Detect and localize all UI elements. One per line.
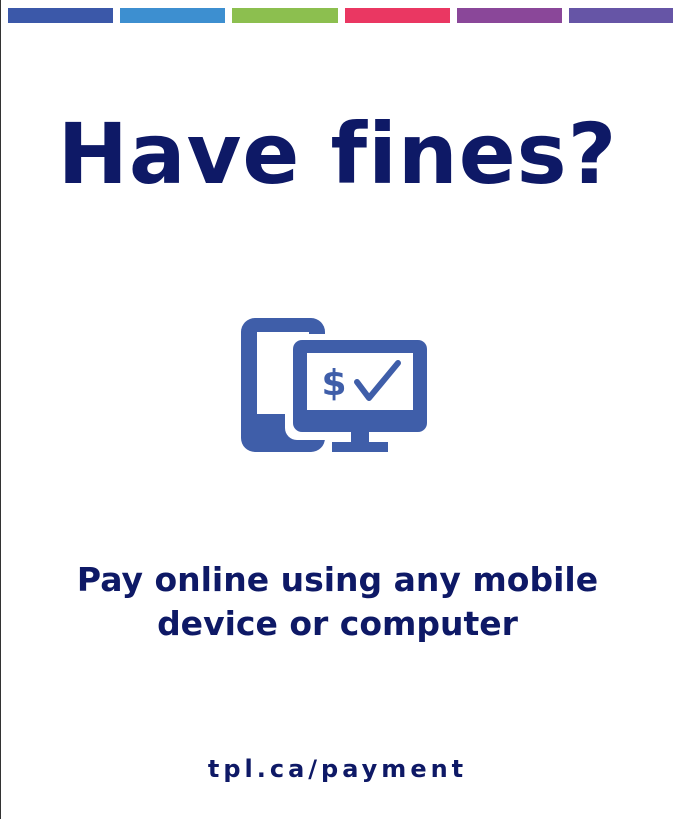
payment-url: tpl.ca/payment [207,755,468,783]
stripe-light-blue [120,8,226,23]
tagline-line-2: device or computer [157,604,518,643]
stripe-blue [8,8,114,23]
mobile-and-computer-payment-icon: $ [241,318,431,452]
monitor-base [332,442,388,452]
stripe-indigo [568,8,673,23]
tagline-line-1: Pay online using any mobile [76,560,599,599]
color-stripe-bar [8,8,673,23]
tagline: Pay online using any mobile device or co… [61,558,614,646]
dollar-sign-icon: $ [321,363,346,404]
poster: Have fines? $ Pay online using any mobil… [0,0,673,819]
stripe-purple [456,8,562,23]
stripe-pink [344,8,450,23]
page-title: Have fines? [57,105,618,203]
monitor-neck [351,430,369,444]
stripe-green [232,8,338,23]
